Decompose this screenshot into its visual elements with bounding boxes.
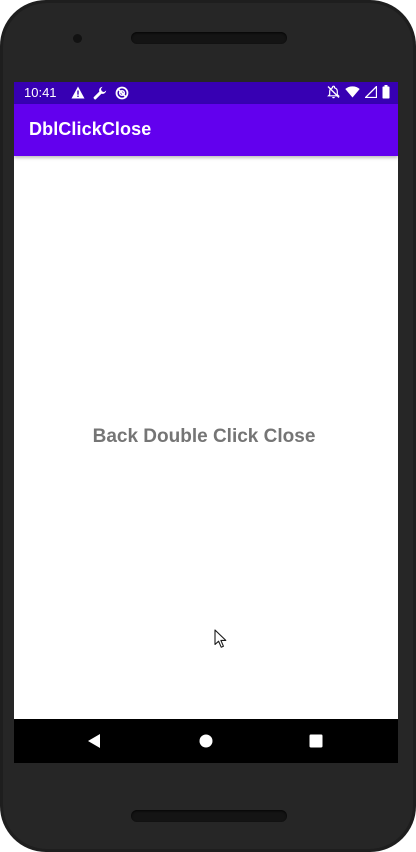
top-speaker-grille	[131, 32, 287, 44]
status-time: 10:41	[24, 85, 57, 100]
warning-icon	[71, 86, 85, 99]
back-icon[interactable]	[84, 731, 104, 751]
app-bar: DblClickClose	[14, 104, 398, 156]
home-icon[interactable]	[196, 731, 216, 751]
notifications-off-icon	[327, 85, 340, 99]
device-frame: 10:41 DblClickClose Back Double Click Cl…	[0, 0, 416, 852]
mouse-cursor-icon	[214, 629, 228, 654]
app-title: DblClickClose	[29, 119, 152, 139]
bottom-speaker-grille	[131, 810, 287, 822]
main-content: Back Double Click Close	[14, 156, 398, 719]
battery-icon	[382, 85, 390, 99]
cellular-signal-icon	[365, 86, 377, 98]
status-bar: 10:41	[14, 82, 398, 104]
phone-screen: 10:41 DblClickClose Back Double Click Cl…	[14, 82, 398, 763]
recents-icon[interactable]	[306, 731, 326, 751]
status-bar-left: 10:41	[24, 85, 129, 100]
wifi-icon	[345, 86, 360, 98]
sync-disabled-icon	[115, 86, 129, 100]
center-message: Back Double Click Close	[92, 426, 316, 447]
wrench-icon	[93, 86, 107, 100]
front-camera	[73, 34, 82, 43]
status-bar-right	[327, 85, 390, 99]
navigation-bar	[14, 719, 398, 763]
